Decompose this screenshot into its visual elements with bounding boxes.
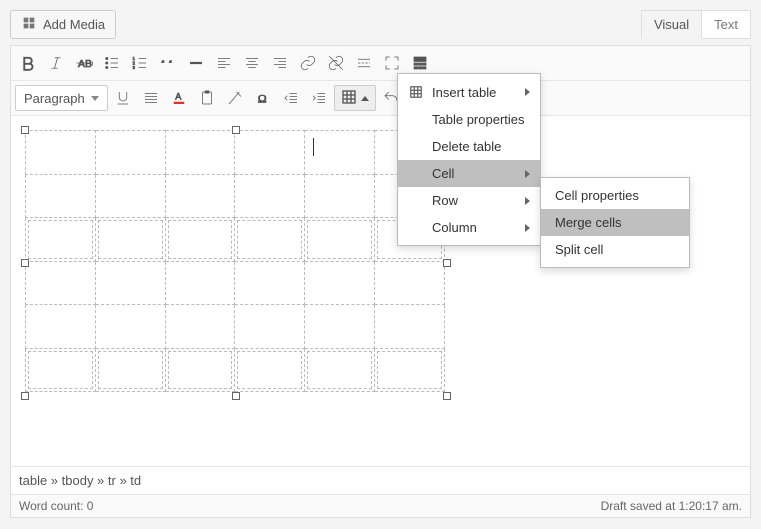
align-right-button[interactable] <box>267 50 293 76</box>
chevron-up-icon <box>361 96 369 101</box>
submenu-split-cell[interactable]: Split cell <box>541 236 689 263</box>
table-grid-icon <box>408 84 424 100</box>
menu-item-label: Row <box>432 193 525 208</box>
special-char-button[interactable]: Ω <box>250 85 276 111</box>
text-color-button[interactable]: A <box>166 85 192 111</box>
resize-handle[interactable] <box>443 259 451 267</box>
italic-button[interactable] <box>43 50 69 76</box>
editor-tabs: Visual Text <box>641 10 751 39</box>
toolbar-row-1: ABC 123 <box>11 46 750 81</box>
menu-row[interactable]: Row <box>398 187 540 214</box>
justify-button[interactable] <box>138 85 164 111</box>
table-menu: Insert table Table properties Delete tab… <box>397 73 541 246</box>
add-media-button[interactable]: Add Media <box>10 10 116 39</box>
strikethrough-button[interactable]: ABC <box>71 50 97 76</box>
underline-button[interactable] <box>110 85 136 111</box>
status-bar: Word count: 0 Draft saved at 1:20:17 am. <box>11 494 750 517</box>
submenu-merge-cells[interactable]: Merge cells <box>541 209 689 236</box>
chevron-down-icon <box>91 96 99 101</box>
media-icon <box>21 15 37 34</box>
more-button[interactable] <box>351 50 377 76</box>
align-center-button[interactable] <box>239 50 265 76</box>
bullet-list-button[interactable] <box>99 50 125 76</box>
cell-submenu: Cell properties Merge cells Split cell <box>540 177 690 268</box>
menu-insert-table[interactable]: Insert table <box>398 78 540 106</box>
menu-item-label: Cell <box>432 166 525 181</box>
submenu-cell-properties[interactable]: Cell properties <box>541 182 689 209</box>
table-dropdown-button[interactable] <box>334 85 376 111</box>
format-select[interactable]: Paragraph <box>15 85 108 111</box>
resize-handle[interactable] <box>232 392 240 400</box>
menu-item-label: Insert table <box>432 85 525 100</box>
word-count: Word count: 0 <box>19 499 93 513</box>
editor-canvas[interactable] <box>11 116 750 466</box>
editor-container: ABC 123 Paragraph A Ω ? <box>10 45 751 518</box>
menu-item-label: Table properties <box>432 112 530 127</box>
menu-cell[interactable]: Cell <box>398 160 540 187</box>
chevron-right-icon <box>525 224 530 232</box>
menu-item-label: Column <box>432 220 525 235</box>
outdent-button[interactable] <box>278 85 304 111</box>
draft-saved: Draft saved at 1:20:17 am. <box>601 499 742 513</box>
table-icon <box>341 89 357 108</box>
link-button[interactable] <box>295 50 321 76</box>
format-select-label: Paragraph <box>24 91 85 106</box>
chevron-right-icon <box>525 88 530 96</box>
menu-item-label: Merge cells <box>555 215 675 230</box>
bold-button[interactable] <box>15 50 41 76</box>
menu-table-properties[interactable]: Table properties <box>398 106 540 133</box>
chevron-right-icon <box>525 170 530 178</box>
svg-text:Ω: Ω <box>257 92 266 106</box>
element-path[interactable]: table » tbody » tr » td <box>11 466 750 494</box>
resize-handle[interactable] <box>21 259 29 267</box>
menu-column[interactable]: Column <box>398 214 540 241</box>
resize-handle[interactable] <box>21 126 29 134</box>
paste-text-button[interactable] <box>194 85 220 111</box>
menu-item-label: Split cell <box>555 242 675 257</box>
align-left-button[interactable] <box>211 50 237 76</box>
add-media-label: Add Media <box>43 17 105 32</box>
resize-handle[interactable] <box>443 392 451 400</box>
tab-visual[interactable]: Visual <box>641 10 702 39</box>
toolbar-row-2: Paragraph A Ω ? <box>11 81 750 116</box>
number-list-button[interactable]: 123 <box>127 50 153 76</box>
menu-delete-table[interactable]: Delete table <box>398 133 540 160</box>
hr-button[interactable] <box>183 50 209 76</box>
text-caret <box>313 138 314 156</box>
svg-text:3: 3 <box>133 65 136 70</box>
svg-text:A: A <box>175 92 181 102</box>
blockquote-button[interactable] <box>155 50 181 76</box>
resize-handle[interactable] <box>21 392 29 400</box>
resize-handle[interactable] <box>232 126 240 134</box>
tab-text[interactable]: Text <box>702 10 751 39</box>
menu-item-label: Cell properties <box>555 188 675 203</box>
clear-format-button[interactable] <box>222 85 248 111</box>
unlink-button[interactable] <box>323 50 349 76</box>
indent-button[interactable] <box>306 85 332 111</box>
svg-text:ABC: ABC <box>78 58 93 70</box>
chevron-right-icon <box>525 197 530 205</box>
menu-item-label: Delete table <box>432 139 530 154</box>
editing-table[interactable] <box>25 130 445 392</box>
